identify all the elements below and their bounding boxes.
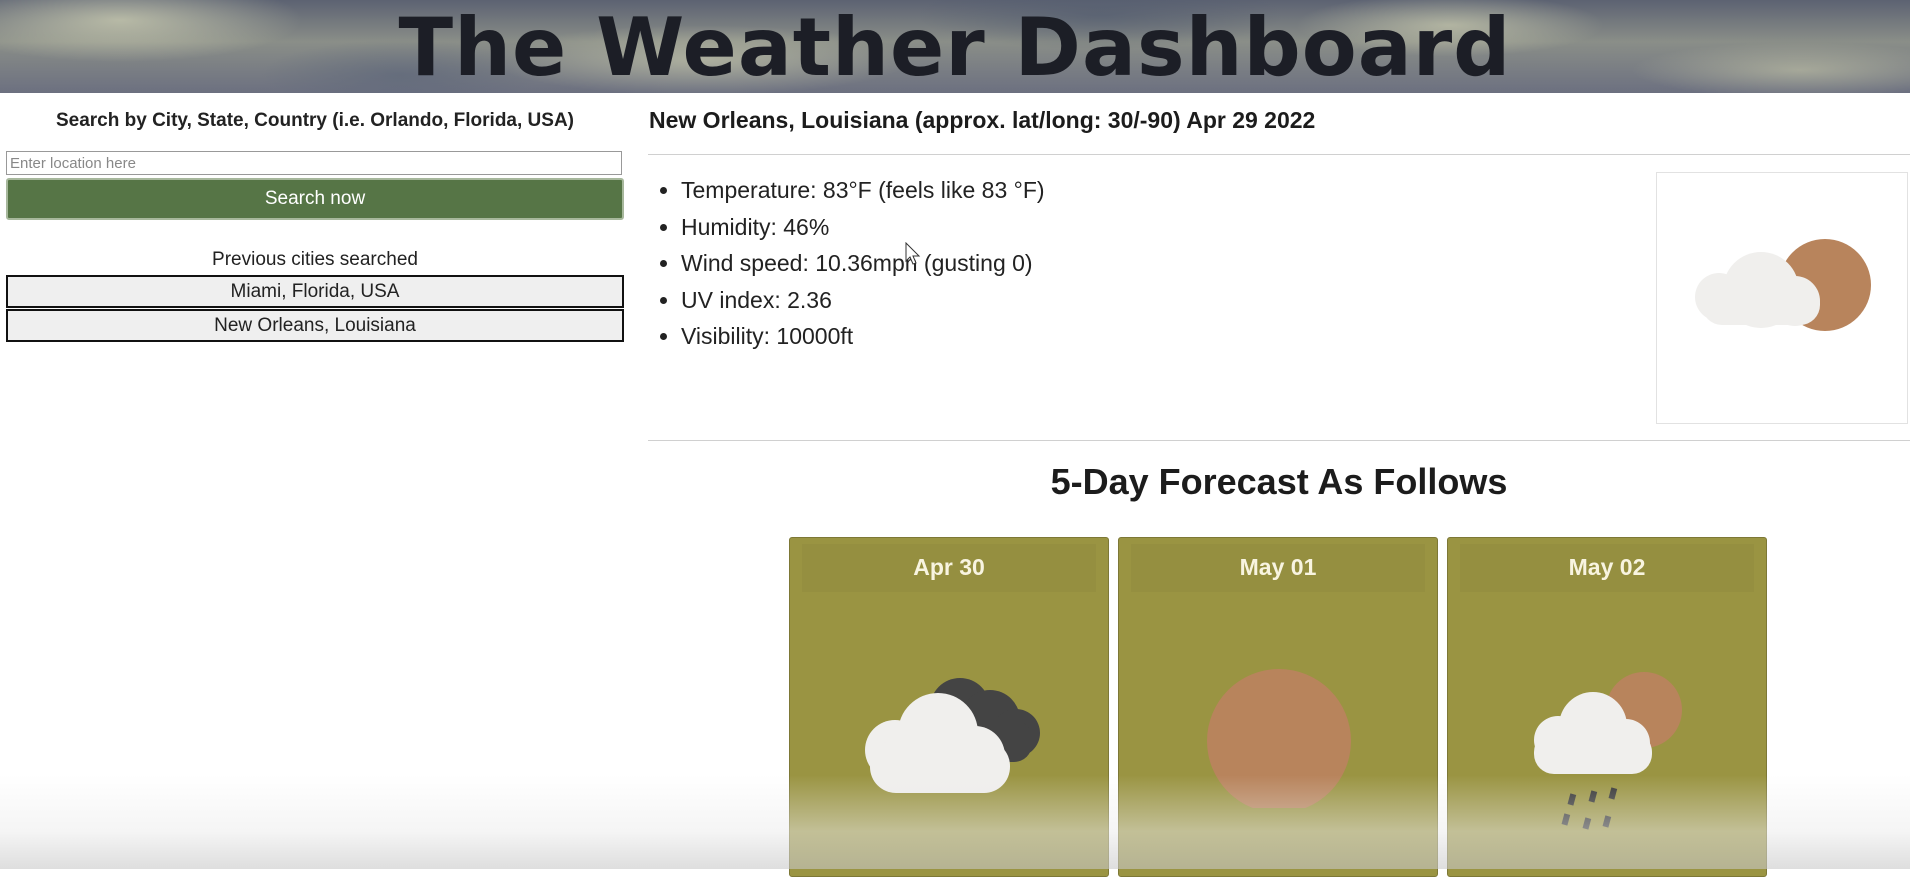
header-banner: The Weather Dashboard — [0, 0, 1910, 94]
history-label: Previous cities searched — [212, 249, 418, 270]
forecast-card: May 01 — [1118, 537, 1438, 877]
sunny-icon — [1207, 669, 1351, 808]
cloudy-icon — [865, 678, 1040, 793]
page-title: The Weather Dashboard — [398, 1, 1512, 94]
forecast-title: 5-Day Forecast As Follows — [1050, 461, 1508, 502]
search-input[interactable] — [6, 151, 622, 175]
divider — [648, 440, 1910, 441]
search-button[interactable]: Search now — [6, 178, 624, 220]
stat-humidity: Humidity: 46% — [681, 209, 1045, 246]
search-label: Search by City, State, Country (i.e. Orl… — [55, 110, 574, 131]
stat-uv: UV index: 2.36 — [681, 282, 1045, 319]
stat-wind: Wind speed: 10.36mph (gusting 0) — [681, 245, 1045, 282]
history-item-new-orleans[interactable]: New Orleans, Louisiana — [6, 309, 624, 342]
mouse-cursor-icon — [905, 242, 921, 265]
partly-cloudy-icon — [1695, 239, 1871, 331]
stat-temperature: Temperature: 83°F (feels like 83 °F) — [681, 172, 1045, 209]
forecast-date: May 02 — [1460, 544, 1754, 592]
current-weather-icon-box — [1656, 172, 1908, 424]
stat-visibility: Visibility: 10000ft — [681, 318, 1045, 355]
forecast-card: May 02 — [1447, 537, 1767, 877]
history-item-miami[interactable]: Miami, Florida, USA — [6, 275, 624, 308]
forecast-card: Apr 30 — [789, 537, 1109, 877]
rain-icon — [1534, 672, 1682, 830]
current-stats-list: Temperature: 83°F (feels like 83 °F) Hum… — [649, 172, 1045, 355]
divider — [648, 154, 1910, 155]
forecast-date: May 01 — [1131, 544, 1425, 592]
current-weather-heading: New Orleans, Louisiana (approx. lat/long… — [649, 107, 1316, 133]
forecast-date: Apr 30 — [802, 544, 1096, 592]
